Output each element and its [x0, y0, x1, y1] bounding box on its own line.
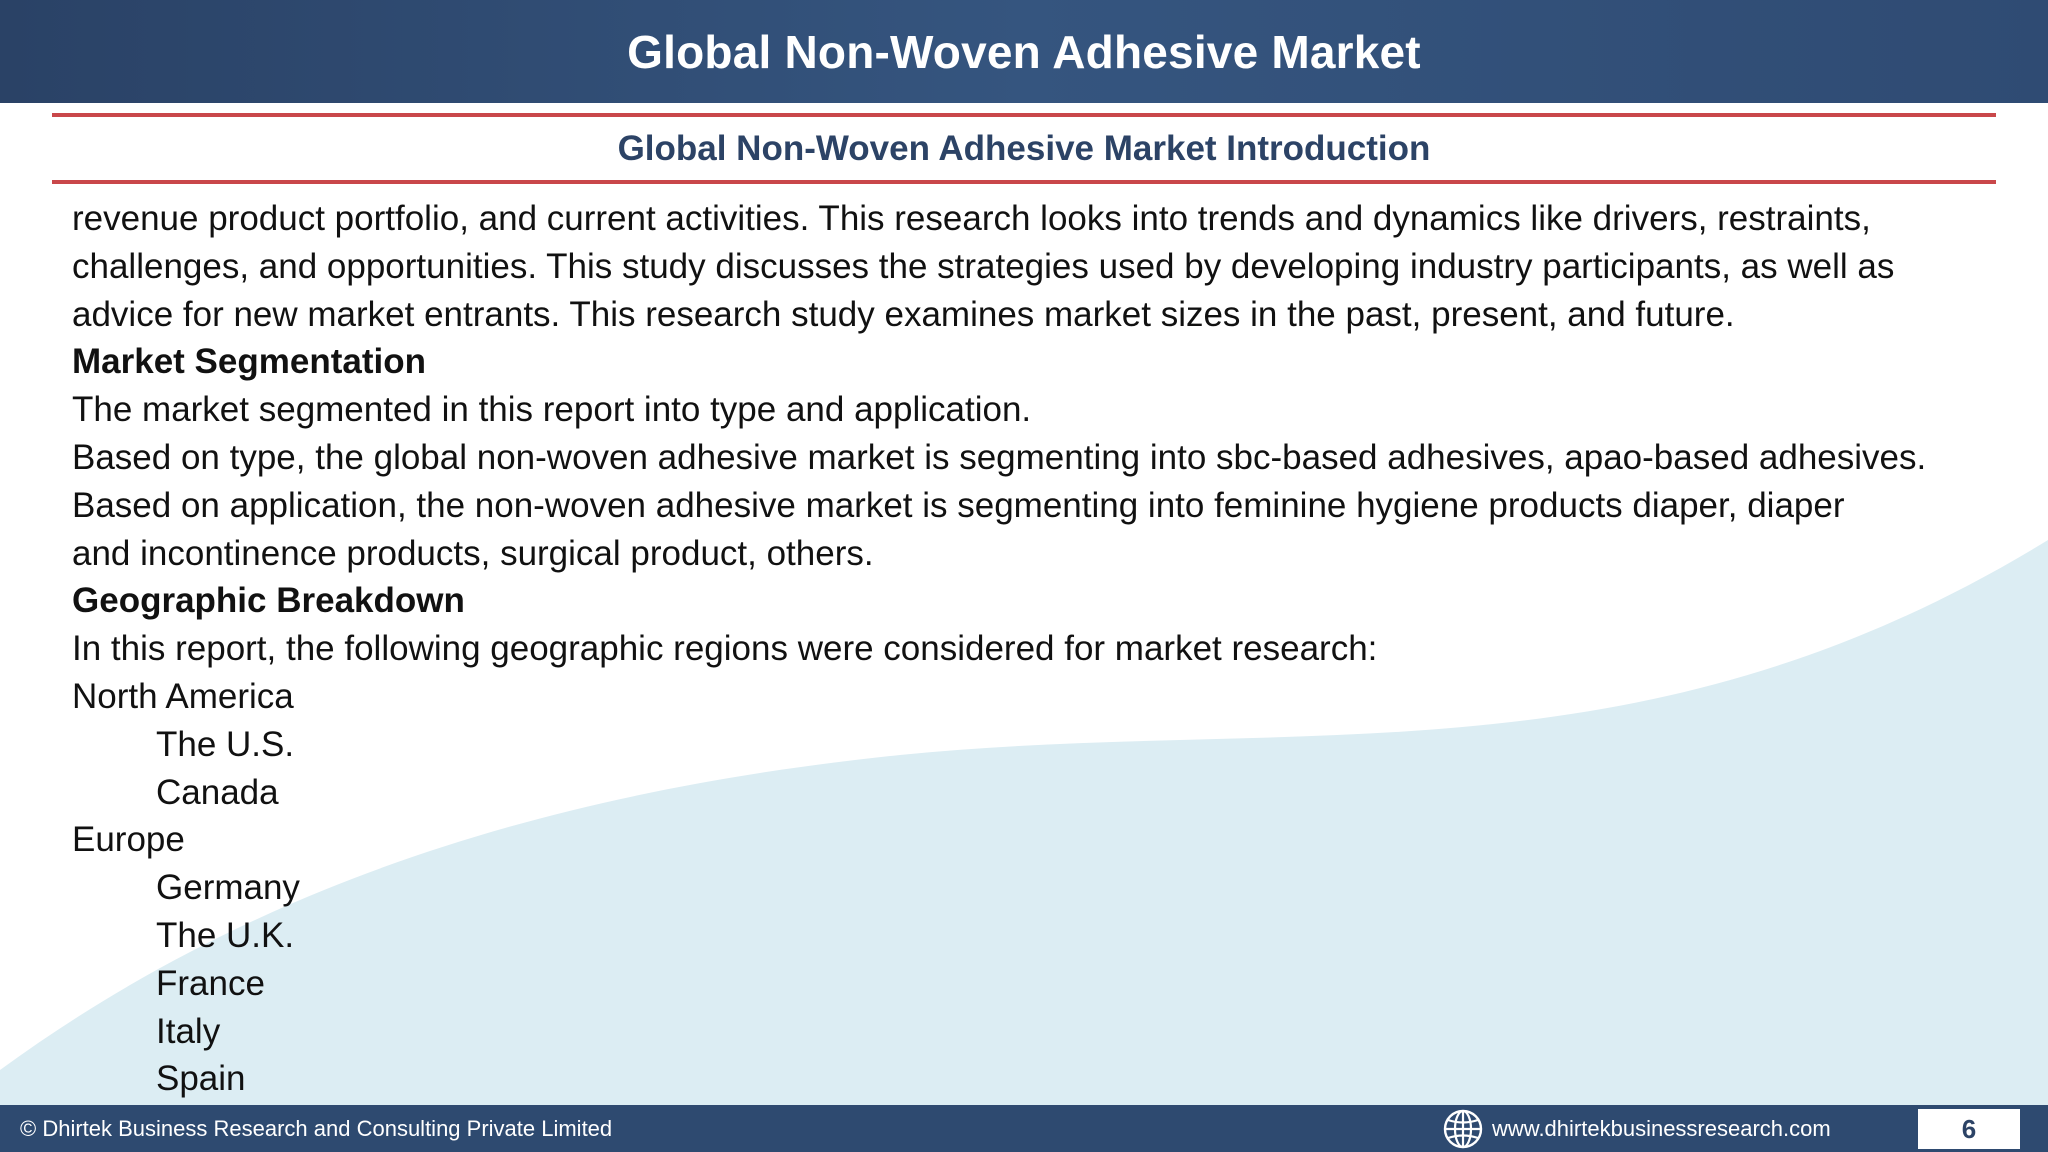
segmentation-line: Based on application, the non-woven adhe… [72, 485, 1845, 525]
country-item: Canada [156, 772, 279, 812]
geographic-breakdown-heading: Geographic Breakdown [72, 581, 465, 621]
country-item: Germany [156, 868, 300, 908]
section-title-band: Global Non-Woven Adhesive Market Introdu… [52, 113, 1996, 184]
website-link[interactable]: www.dhirtekbusinessresearch.com [1442, 1105, 1831, 1152]
page-number: 6 [1918, 1109, 2020, 1149]
country-item: Spain [156, 1059, 246, 1099]
country-item: France [156, 963, 265, 1003]
globe-icon [1443, 1109, 1483, 1148]
country-item: The U.S. [156, 724, 295, 764]
intro-line: advice for new market entrants. This res… [72, 294, 1735, 334]
copyright-text: © Dhirtek Business Research and Consulti… [20, 1116, 613, 1141]
geography-intro: In this report, the following geographic… [72, 629, 1378, 669]
website-url: www.dhirtekbusinessresearch.com [1492, 1115, 1831, 1141]
section-title: Global Non-Woven Adhesive Market Introdu… [617, 128, 1431, 168]
region-name: Europe [72, 820, 185, 860]
body-content: revenue product portfolio, and current a… [72, 195, 2002, 1103]
header-banner: Global Non-Woven Adhesive Market [0, 0, 2048, 103]
country-item: Italy [156, 1011, 221, 1051]
segmentation-line: The market segmented in this report into… [72, 390, 1032, 430]
segmentation-line: and incontinence products, surgical prod… [72, 533, 874, 573]
market-segmentation-heading: Market Segmentation [72, 342, 426, 382]
intro-line: revenue product portfolio, and current a… [72, 199, 1871, 238]
intro-line: challenges, and opportunities. This stud… [72, 246, 1895, 286]
region-name: North America [72, 676, 294, 716]
page-title: Global Non-Woven Adhesive Market [627, 25, 1421, 78]
segmentation-line: Based on type, the global non-woven adhe… [72, 437, 1927, 477]
footer-bar: © Dhirtek Business Research and Consulti… [0, 1105, 2048, 1152]
country-item: The U.K. [156, 915, 295, 955]
